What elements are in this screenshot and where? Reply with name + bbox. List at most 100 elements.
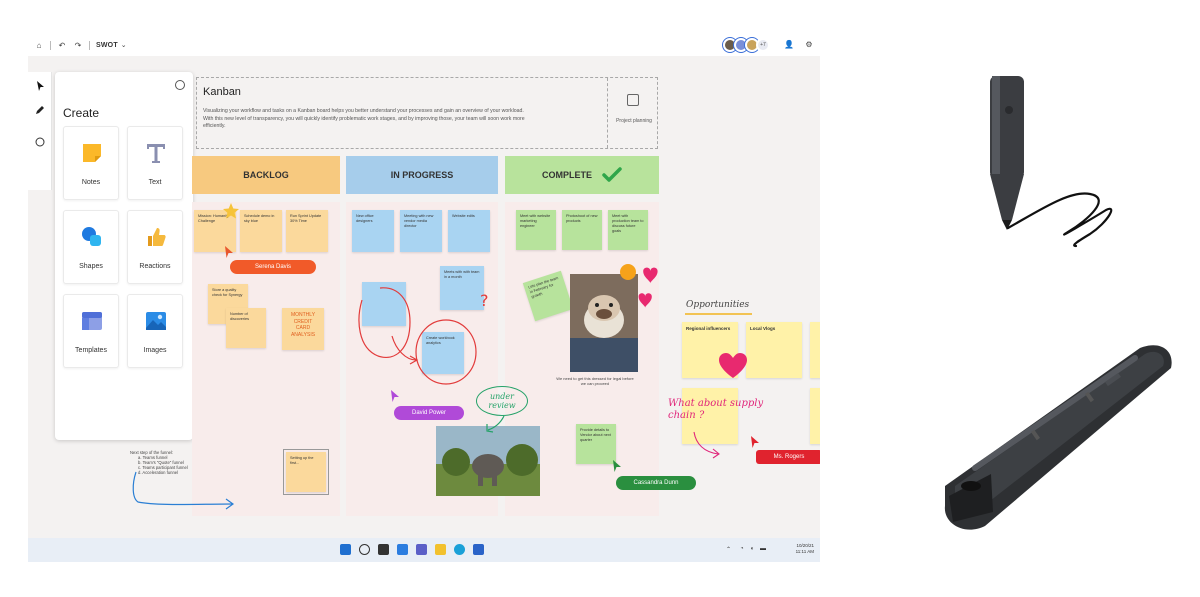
column-header-in-progress[interactable]: IN PROGRESS xyxy=(346,156,498,194)
divider xyxy=(50,40,51,50)
opportunities-heading[interactable]: Opportunities xyxy=(686,300,749,310)
store-icon[interactable] xyxy=(473,544,484,555)
tile-label: Images xyxy=(143,347,167,354)
sticky-note[interactable]: Local Vlogs xyxy=(746,322,802,378)
lasso-icon[interactable] xyxy=(32,134,48,150)
chevron-down-icon[interactable]: ⌄ xyxy=(121,41,127,49)
chevron-up-icon[interactable]: ⌃ xyxy=(726,546,731,553)
sticky-note[interactable]: Meeting with new vendor media director xyxy=(400,210,442,252)
sticky-note[interactable]: Meet with website marketing engineer xyxy=(516,210,556,250)
taskbar-clock[interactable]: 10/20/21 11:11 AM xyxy=(796,543,814,555)
checkmark-icon xyxy=(602,167,622,182)
board-title[interactable]: SWOT xyxy=(96,42,118,49)
svg-text:?: ? xyxy=(480,291,489,310)
tile-label: Text xyxy=(148,179,162,186)
sticky-note-handwriting[interactable]: MONTHLY CREDIT CARD ANALYSIS xyxy=(282,308,324,350)
tool-rail xyxy=(28,72,52,190)
create-notes-tile[interactable]: Notes xyxy=(63,126,119,200)
sticky-note[interactable]: Number of discoveries xyxy=(226,308,266,348)
kanban-title: Kanban xyxy=(203,86,241,98)
edge-browser-icon[interactable] xyxy=(454,544,465,555)
handwriting-under-review[interactable]: under review xyxy=(476,386,528,416)
user-name-tag: Cassandra Dunn xyxy=(616,476,696,490)
create-images-tile[interactable]: Images xyxy=(127,294,183,368)
column-title: IN PROGRESS xyxy=(390,170,454,180)
task-view-icon[interactable] xyxy=(378,544,389,555)
sticky-note-selected[interactable]: Setting up the first... xyxy=(283,449,329,495)
ink-arrow xyxy=(486,415,505,433)
divider xyxy=(89,40,90,50)
pen-icon[interactable] xyxy=(32,102,48,118)
sticky-note[interactable]: Schedule demo in sky blue xyxy=(240,210,282,252)
tile-label: Notes xyxy=(81,179,101,186)
column-title: BACKLOG xyxy=(243,170,289,180)
shapes-icon xyxy=(80,225,104,249)
star-icon xyxy=(223,203,239,219)
wifi-icon[interactable]: ◔ xyxy=(740,546,744,552)
start-button-icon[interactable] xyxy=(340,544,351,555)
image-icon xyxy=(144,309,168,333)
handwriting-question[interactable]: What about supply chain ? xyxy=(668,398,778,422)
sticky-note[interactable]: New office designers xyxy=(352,210,394,252)
elephant-image[interactable] xyxy=(436,426,540,496)
notes-icon xyxy=(80,141,104,165)
tile-label: Reactions xyxy=(139,263,171,270)
sticky-note[interactable]: Meet with production team to discuss fut… xyxy=(608,210,648,250)
thumbs-up-icon xyxy=(144,225,168,249)
battery-icon[interactable]: ▬ xyxy=(760,546,766,552)
widgets-icon[interactable] xyxy=(397,544,408,555)
kanban-header[interactable]: Kanban Visualizing your workflow and tas… xyxy=(196,77,658,149)
create-templates-tile[interactable]: Templates xyxy=(63,294,119,368)
search-icon[interactable] xyxy=(359,544,370,555)
undo-icon[interactable]: ↶ xyxy=(57,40,67,50)
heart-reaction-icon xyxy=(719,353,747,378)
column-header-complete[interactable]: COMPLETE xyxy=(505,156,659,194)
sticky-note[interactable]: Run Sprint Update 30% Time xyxy=(286,210,328,252)
ink-arrow xyxy=(693,431,720,459)
user-name-tag: Ms. Rogers xyxy=(756,450,820,464)
stylus-pen-image xyxy=(990,76,1113,248)
teams-chat-icon[interactable] xyxy=(416,544,427,555)
whiteboard-screen: ⌂ ↶ ↷ SWOT ⌄ +7 👤 ⚙ Create Notes Text Sh… xyxy=(28,34,820,562)
panel-title: Create xyxy=(63,106,100,120)
sticky-note[interactable]: Website edits xyxy=(448,210,490,252)
divider xyxy=(607,78,608,148)
volume-icon[interactable]: ◖ xyxy=(750,546,754,552)
templates-icon xyxy=(80,309,104,333)
create-shapes-tile[interactable]: Shapes xyxy=(63,210,119,284)
share-icon[interactable]: 👤 xyxy=(784,39,794,49)
cursor-icon xyxy=(751,436,759,448)
user-name-tag: Serena Davis xyxy=(230,260,316,274)
pen-charger-image xyxy=(944,345,1172,530)
photo-caption: We need to get this dressed for legal be… xyxy=(556,376,634,386)
app-top-bar: ⌂ ↶ ↷ SWOT ⌄ +7 👤 ⚙ xyxy=(28,34,820,56)
cursor-icon xyxy=(391,390,399,402)
column-title: COMPLETE xyxy=(541,170,592,180)
reaction-icons xyxy=(620,264,658,308)
sticky-note-partial[interactable] xyxy=(810,322,820,378)
column-header-backlog[interactable]: BACKLOG xyxy=(192,156,340,194)
clipboard-icon xyxy=(627,94,639,106)
project-planning-label: Project planning xyxy=(616,118,652,124)
tile-label: Templates xyxy=(75,347,107,354)
create-text-tile[interactable]: Text xyxy=(127,126,183,200)
clock-time: 11:11 AM xyxy=(795,549,814,554)
sticky-note[interactable]: Photoshoot of new products xyxy=(562,210,602,250)
create-reactions-tile[interactable]: Reactions xyxy=(127,210,183,284)
collaborator-avatars[interactable]: +7 xyxy=(723,38,770,52)
cursor-icon xyxy=(225,246,233,258)
select-arrow-icon[interactable] xyxy=(32,78,48,94)
tile-label: Shapes xyxy=(79,263,103,270)
composite-canvas: ⌂ ↶ ↷ SWOT ⌄ +7 👤 ⚙ Create Notes Text Sh… xyxy=(0,0,1200,597)
close-panel-icon[interactable] xyxy=(175,80,185,90)
whiteboard-canvas[interactable]: Create Notes Text Shapes Reactions Templ… xyxy=(28,56,820,538)
kanban-description: Visualizing your workflow and tasks on a… xyxy=(203,108,525,129)
file-explorer-icon[interactable] xyxy=(435,544,446,555)
avatar-overflow-count[interactable]: +7 xyxy=(756,38,770,52)
settings-gear-icon[interactable]: ⚙ xyxy=(804,39,814,49)
redo-icon[interactable]: ↷ xyxy=(73,40,83,50)
sticky-note-partial[interactable] xyxy=(810,388,820,444)
home-icon[interactable]: ⌂ xyxy=(34,40,44,50)
text-icon xyxy=(144,141,168,165)
sticky-note[interactable]: Provide details to Vendor about next qua… xyxy=(576,424,616,464)
